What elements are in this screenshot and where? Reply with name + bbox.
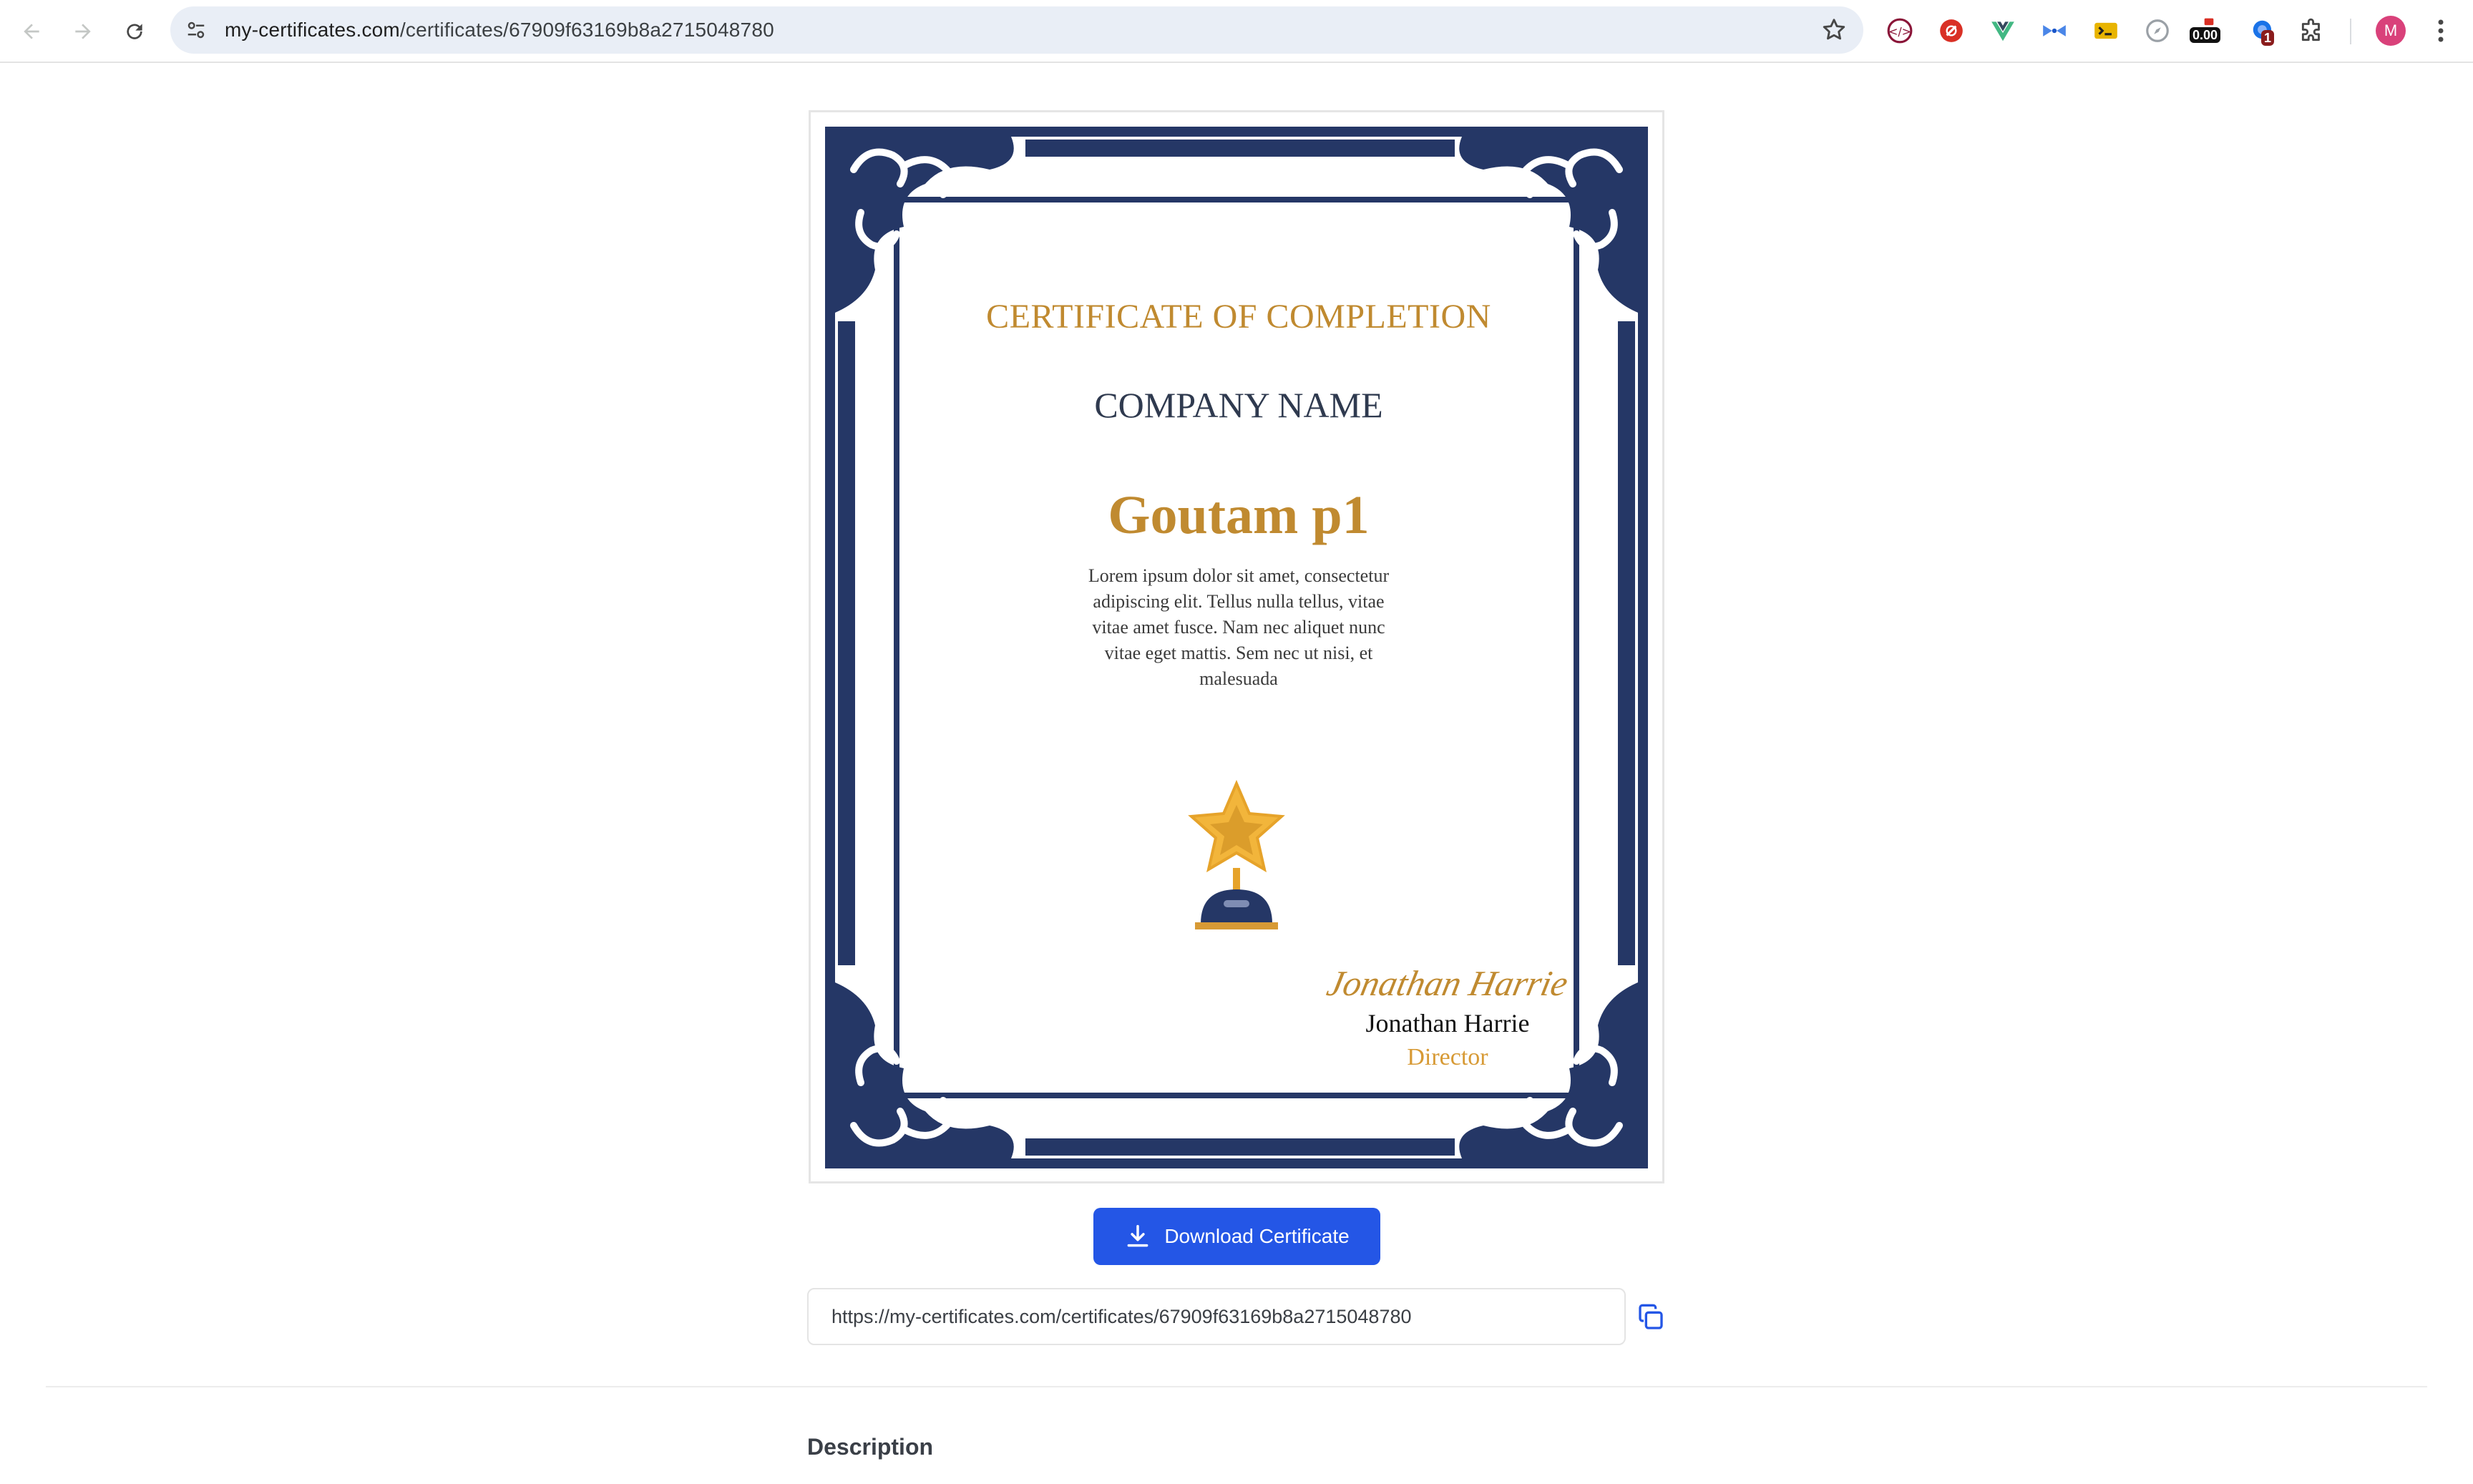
certificate-preview: CERTIFICATE OF COMPLETION COMPANY NAME G…: [809, 110, 1664, 1183]
trophy-star-icon: [1188, 779, 1285, 929]
cloud-badge: 1: [2261, 30, 2275, 46]
back-button[interactable]: [13, 13, 50, 50]
recipient-name: Goutam p1: [1108, 485, 1370, 545]
signer-name: Jonathan Harrie: [1365, 1009, 1530, 1038]
bookmark-star-icon[interactable]: [1820, 16, 1848, 44]
certificate-url-field[interactable]: https://my-certificates.com/certificates…: [807, 1288, 1626, 1345]
certificate-body: Lorem ipsum dolor sit amet, consectetur …: [1088, 565, 1390, 689]
reload-button[interactable]: [116, 13, 153, 50]
certificate-title: CERTIFICATE OF COMPLETION: [986, 298, 1491, 336]
copy-icon: [1639, 1304, 1663, 1329]
more-vertical-icon: [2438, 19, 2444, 42]
compass-extension-icon[interactable]: [2141, 14, 2174, 47]
download-certificate-button[interactable]: Download Certificate: [1093, 1208, 1380, 1265]
company-name: COMPANY NAME: [1094, 385, 1383, 425]
url-path: /certificates/67909f63169b8a2715048780: [399, 19, 774, 41]
section-divider: [46, 1386, 2427, 1387]
counter-extension-icon[interactable]: 0.00: [2190, 14, 2225, 47]
forward-button[interactable]: [64, 13, 102, 50]
terminal-extension-icon[interactable]: [2089, 14, 2122, 47]
bow-extension-icon[interactable]: [2038, 14, 2071, 47]
profile-avatar[interactable]: M: [2376, 16, 2406, 46]
svg-text:</>: </>: [1888, 24, 1911, 38]
download-certificate-label: Download Certificate: [1164, 1225, 1350, 1247]
arrow-right-icon: [75, 24, 91, 39]
site-settings-icon[interactable]: [180, 14, 212, 46]
signer-title: Director: [1407, 1044, 1488, 1070]
vue-devtools-icon[interactable]: [1986, 14, 2019, 47]
red-circle-extension-icon[interactable]: [1935, 14, 1968, 47]
toolbar-separator: [2350, 19, 2351, 44]
url-text[interactable]: my-certificates.com/certificates/67909f6…: [225, 6, 774, 54]
address-bar[interactable]: my-certificates.com/certificates/67909f6…: [170, 6, 1863, 54]
counter-badge: 0.00: [2190, 27, 2221, 43]
cloud-extension-icon[interactable]: 1: [2247, 14, 2280, 47]
url-host: my-certificates.com: [225, 19, 400, 41]
copy-url-button[interactable]: [1636, 1302, 1666, 1332]
reload-icon: [127, 24, 142, 39]
extensions-puzzle-icon[interactable]: [2296, 14, 2328, 47]
signature: Jonathan Harrie: [1323, 963, 1572, 1003]
code-tag-extension-icon[interactable]: </>: [1883, 14, 1916, 47]
browser-toolbar: my-certificates.com/certificates/67909f6…: [0, 0, 2473, 63]
description-heading: Description: [807, 1434, 934, 1460]
download-icon: [1127, 1225, 1148, 1247]
browser-menu-button[interactable]: [2427, 14, 2454, 47]
arrow-left-icon: [24, 24, 39, 39]
